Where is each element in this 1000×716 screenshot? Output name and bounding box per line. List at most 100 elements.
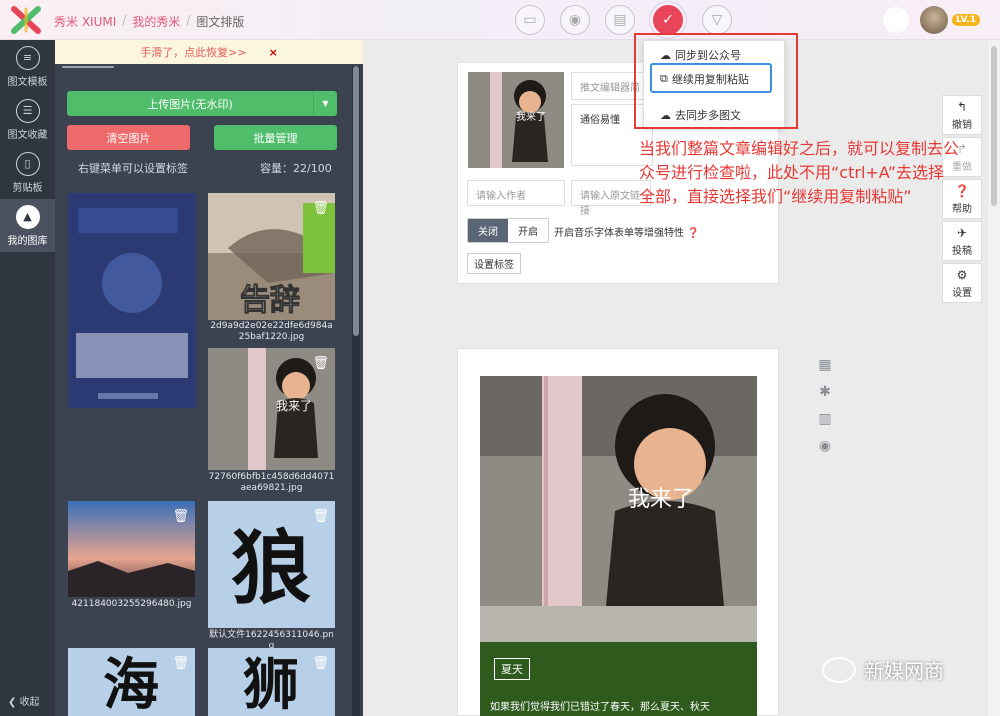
scroll-thumb[interactable] — [353, 66, 359, 336]
nav-item-favorites[interactable]: ☰ 图文收藏 — [0, 93, 55, 146]
image-thumb-sea[interactable]: 海 🗑 — [68, 648, 195, 716]
upload-button[interactable]: 上传图片(无水印) ▼ — [67, 91, 337, 116]
sea-text: 海 — [103, 653, 159, 716]
child-photo-large: 我来了 — [480, 376, 757, 642]
undo-link[interactable]: 手滑了，点此恢复>> — [140, 44, 246, 60]
enhance-label-text: 开启音乐字体表单等增强特性 — [554, 228, 684, 239]
capacity-text: 容量：22/100 — [260, 162, 332, 175]
cover-text: 我来了 — [516, 111, 546, 123]
submit-button[interactable]: ✈ 投稿 — [942, 221, 982, 261]
article-photo[interactable]: 我来了 — [480, 376, 757, 642]
article-text-block: 夏天 如果我们觉得我们已错过了春天，那么夏天、秋天 — [480, 642, 757, 716]
camera-icon: ◉ — [568, 12, 582, 28]
submit-label: 投稿 — [952, 245, 972, 257]
breadcrumb: 秀米 XIUMI / 我的秀米 / 图文排版 — [54, 13, 244, 30]
nav-item-clipboard[interactable]: ▯ 剪贴板 — [0, 146, 55, 199]
chevron-left-icon: ❮ — [8, 697, 20, 708]
image-thumb-child[interactable]: 我来了 🗑 — [208, 348, 335, 470]
clipboard-icon: ▯ — [15, 151, 40, 176]
nav-item-label: 我的图库 — [7, 235, 48, 247]
triangle-down-icon: ▽ — [711, 12, 723, 28]
nav-item-templates[interactable]: ≡ 图文模板 — [0, 40, 55, 93]
folder-button[interactable]: ▭ — [515, 5, 545, 35]
camera-button[interactable]: ◉ — [560, 5, 590, 35]
nav-item-my-library[interactable]: ▲ 我的图库 — [0, 199, 55, 252]
trash-icon[interactable]: 🗑 — [312, 509, 329, 524]
collapse-label: 收起 — [19, 697, 40, 708]
canvas-scrollbar[interactable] — [988, 40, 1000, 716]
grid-icon[interactable]: ▦ — [818, 357, 831, 373]
eye-icon[interactable]: ◉ — [819, 438, 831, 454]
avatar-placeholder[interactable] — [882, 6, 910, 34]
upload-label: 上传图片(无水印) — [147, 97, 233, 111]
trash-icon[interactable]: 🗑 — [312, 656, 329, 671]
article-paragraph: 如果我们觉得我们已错过了春天，那么夏天、秋天 — [490, 702, 710, 713]
image-thumb-lion[interactable]: 狮 🗑 — [208, 648, 335, 716]
scroll-thumb[interactable] — [991, 46, 997, 206]
watermark: 新媒网商 — [822, 655, 944, 684]
settings-button[interactable]: ⚙ 设置 — [942, 263, 982, 303]
toggle-on[interactable]: 开启 — [508, 219, 548, 242]
image-caption: 2d9a9d2e02e22dfe6d984a25baf1220.jpg — [210, 321, 333, 342]
level-badge: LV.1 — [952, 14, 980, 26]
clear-images-button[interactable]: 清空图片 — [67, 125, 190, 150]
set-tag-button[interactable]: 设置标签 — [467, 253, 521, 274]
batch-manage-button[interactable]: 批量管理 — [214, 125, 337, 150]
more-button[interactable]: ▽ — [702, 5, 732, 35]
panel-scrollbar[interactable] — [352, 66, 360, 716]
block-tools: ▦ ✱ ▥ ◉ — [816, 357, 834, 454]
nav-item-label: 图文收藏 — [7, 129, 48, 141]
annotation-text: 当我们整篇文章编辑好之后，就可以复制去公众号进行检查啦，此处不用“ctrl+A”… — [639, 139, 960, 206]
close-icon[interactable]: × — [269, 46, 278, 59]
chevron-down-icon[interactable]: ▼ — [313, 91, 337, 116]
image-thumb-poster[interactable] — [68, 193, 196, 408]
settings-label: 设置 — [952, 287, 972, 299]
annotation-highlight-box — [634, 33, 798, 129]
trash-icon[interactable]: 🗑 — [172, 509, 189, 524]
print-button[interactable]: ▤ — [605, 5, 635, 35]
xiumi-logo-icon[interactable] — [10, 6, 42, 34]
child-text: 我来了 — [276, 399, 312, 413]
nav-item-label: 图文模板 — [7, 76, 48, 88]
list-icon: ≡ — [15, 45, 40, 70]
enhance-toggle[interactable]: 关闭 开启 — [467, 218, 549, 243]
breadcrumb-current: 图文排版 — [196, 15, 245, 29]
image-library-icon: ▲ — [15, 204, 40, 229]
toggle-off[interactable]: 关闭 — [468, 219, 508, 242]
trash-icon[interactable]: 🗑 — [172, 656, 189, 671]
image-thumb-sky[interactable]: 🗑 — [68, 501, 195, 597]
trash-icon[interactable]: 🗑 — [312, 201, 329, 216]
settings-icon: ⚙ — [956, 267, 968, 282]
right-click-hint: 右键菜单可以设置标签 — [78, 162, 188, 175]
printer-icon: ▤ — [613, 12, 627, 28]
breadcrumb-home[interactable]: 秀米 XIUMI — [54, 13, 116, 30]
goodbye-text: 告辞 — [240, 283, 300, 318]
image-caption: 72760f6bfb1c458d6dd4071aea69821.jpg — [208, 472, 335, 493]
undo-bar[interactable]: 手滑了，点此恢复>> × — [55, 40, 363, 64]
help-circle-icon[interactable]: ❓ — [687, 228, 699, 239]
lion-text: 狮 — [243, 653, 299, 716]
breadcrumb-my-xiumi[interactable]: 我的秀米 — [132, 13, 180, 30]
undo-button[interactable]: ↰ 撤销 — [942, 95, 982, 135]
cover-image[interactable]: 我来了 — [468, 72, 564, 168]
avatar[interactable] — [920, 6, 948, 34]
blurred-poster-image — [68, 193, 196, 408]
gear-icon[interactable]: ✱ — [819, 384, 831, 400]
check-icon: ✓ — [662, 12, 674, 28]
star-list-icon: ☰ — [15, 98, 40, 123]
image-thumb-goodbye[interactable]: 告辞 🗑 — [208, 193, 335, 320]
panel-tab-indicator — [62, 66, 114, 68]
trash-icon[interactable]: 🗑 — [312, 356, 329, 371]
chart-icon[interactable]: ▥ — [818, 411, 831, 427]
breadcrumb-separator: / — [122, 13, 127, 27]
collapse-button[interactable]: ❮ 收起 — [8, 693, 40, 708]
nav-item-label: 剪贴板 — [12, 182, 43, 194]
image-thumb-wolf[interactable]: 狼 🗑 — [208, 501, 335, 628]
author-input[interactable]: 请输入作者 — [467, 180, 565, 206]
left-nav: ≡ 图文模板 ☰ 图文收藏 ▯ 剪贴板 ▲ 我的图库 ❮ 收起 — [0, 40, 55, 716]
cover-child-image: 我来了 — [468, 72, 564, 168]
wechat-icon — [822, 656, 856, 683]
wolf-text: 狼 — [231, 522, 311, 615]
save-sync-button[interactable]: ✓ — [649, 1, 687, 39]
top-bar: 秀米 XIUMI / 我的秀米 / 图文排版 ▭ ◉ ▤ ✓ ▽ LV.1 — [0, 0, 1000, 40]
